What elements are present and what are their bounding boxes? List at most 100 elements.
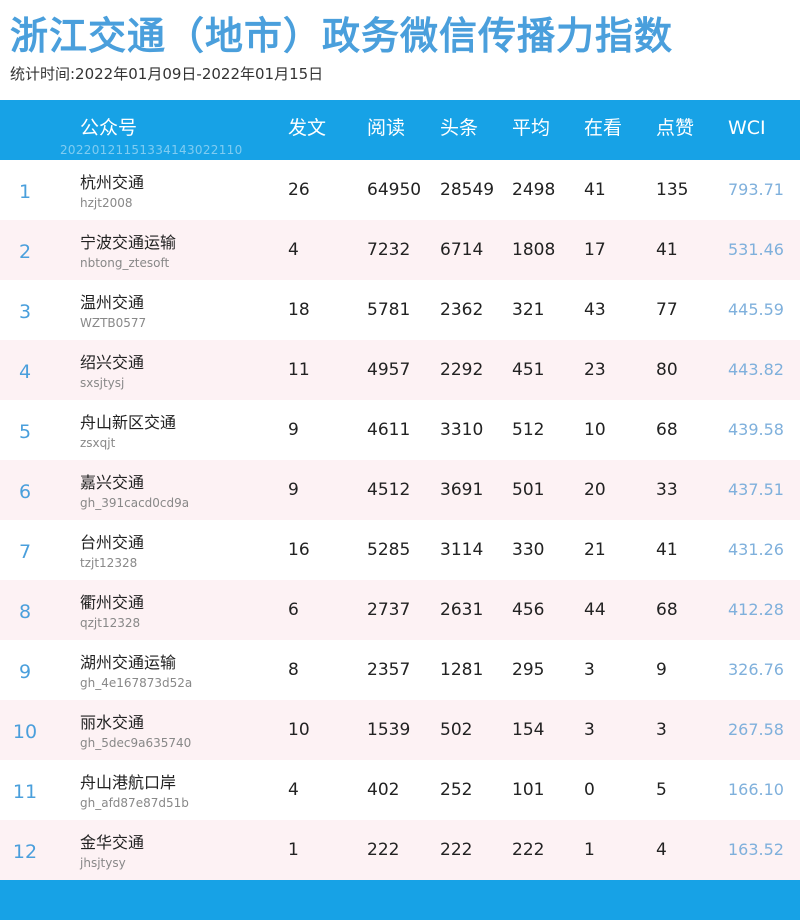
rank-number: 6: [18, 481, 32, 503]
posts-count: 10: [288, 720, 310, 740]
rank-number: 1: [18, 181, 32, 203]
likes-count: 68: [656, 420, 678, 440]
headline-reads: 6714: [440, 240, 484, 260]
headline-reads: 28549: [440, 180, 495, 200]
headline-reads: 502: [440, 720, 473, 740]
account-id: qzjt12328: [80, 616, 141, 630]
table-row[interactable]: 8 衢州交通 qzjt12328 6 2737 2631 456 44 68 412.28: [0, 580, 800, 640]
table-row[interactable]: 11 舟山港航口岸 gh_afd87e87d51b 4 402 252 101 0 5 166.1…: [0, 760, 800, 820]
rank-number: 10: [12, 721, 38, 743]
posts-count: 16: [288, 540, 310, 560]
headline-reads: 2362: [440, 300, 484, 320]
account-name: 湖州交通运输: [80, 653, 177, 672]
wci-score: 326.76: [728, 660, 784, 679]
table-row[interactable]: 6 嘉兴交通 gh_391cacd0cd9a 9 4512 3691 501 20 33 437.…: [0, 460, 800, 520]
table-row[interactable]: 1 杭州交通 hzjt2008 26 64950 28549 2498 41 135 793.71: [0, 160, 800, 220]
table-header: 公众号 20220121151334143022110 发文 阅读 头条 平均 …: [0, 100, 800, 160]
account-id: hzjt2008: [80, 196, 133, 210]
rank-number: 4: [18, 361, 32, 383]
header-top[interactable]: 头条: [440, 116, 478, 140]
likes-count: 33: [656, 480, 678, 500]
average-reads: 101: [512, 780, 545, 800]
table-row[interactable]: 9 湖州交通运输 gh_4e167873d52a 8 2357 1281 295 3 9 326.…: [0, 640, 800, 700]
table-row[interactable]: 2 宁波交通运输 nbtong_ztesoft 4 7232 6714 1808 17 41 53…: [0, 220, 800, 280]
account-name: 嘉兴交通: [80, 473, 145, 492]
account-id: WZTB0577: [80, 316, 147, 330]
header-likes[interactable]: 点赞: [656, 116, 694, 140]
header-reads[interactable]: 阅读: [367, 116, 405, 140]
headline-reads: 2292: [440, 360, 484, 380]
posts-count: 26: [288, 180, 310, 200]
account-name: 金华交通: [80, 833, 145, 852]
reads-count: 1539: [367, 720, 411, 740]
watching-count: 1: [584, 840, 595, 860]
watching-count: 17: [584, 240, 606, 260]
headline-reads: 3114: [440, 540, 484, 560]
watching-count: 3: [584, 720, 595, 740]
wci-score: 163.52: [728, 840, 784, 859]
footer-bar: [0, 880, 800, 920]
header-account[interactable]: 公众号: [80, 116, 137, 140]
likes-count: 77: [656, 300, 678, 320]
page-title: 浙江交通（地市）政务微信传播力指数: [10, 14, 674, 58]
posts-count: 18: [288, 300, 310, 320]
account-id: zsxqjt: [80, 436, 116, 450]
table-row[interactable]: 4 绍兴交通 sxsjtysj 11 4957 2292 451 23 80 443.82: [0, 340, 800, 400]
account-id: gh_5dec9a635740: [80, 736, 192, 750]
reads-count: 5781: [367, 300, 411, 320]
average-reads: 2498: [512, 180, 556, 200]
date-range: 统计时间:2022年01月09日-2022年01月15日: [10, 65, 324, 83]
wci-score: 439.58: [728, 420, 784, 439]
account-id: gh_391cacd0cd9a: [80, 496, 190, 510]
header-watching[interactable]: 在看: [584, 116, 622, 140]
header-wci[interactable]: WCI: [728, 116, 766, 140]
average-reads: 295: [512, 660, 545, 680]
watching-count: 3: [584, 660, 595, 680]
posts-count: 4: [288, 780, 299, 800]
reads-count: 7232: [367, 240, 411, 260]
account-id: jhsjtysy: [80, 856, 126, 870]
likes-count: 68: [656, 600, 678, 620]
rank-number: 7: [18, 541, 32, 563]
watching-count: 43: [584, 300, 606, 320]
likes-count: 41: [656, 240, 678, 260]
average-reads: 154: [512, 720, 545, 740]
watching-count: 0: [584, 780, 595, 800]
table-row[interactable]: 10 丽水交通 gh_5dec9a635740 10 1539 502 154 3 3 267.5…: [0, 700, 800, 760]
header-avg[interactable]: 平均: [512, 116, 550, 140]
account-name: 绍兴交通: [80, 353, 145, 372]
wci-score: 445.59: [728, 300, 784, 319]
account-name: 舟山港航口岸: [80, 773, 177, 792]
watching-count: 44: [584, 600, 606, 620]
account-name: 衢州交通: [80, 593, 145, 612]
posts-count: 1: [288, 840, 299, 860]
headline-reads: 252: [440, 780, 473, 800]
average-reads: 321: [512, 300, 545, 320]
likes-count: 9: [656, 660, 667, 680]
posts-count: 9: [288, 480, 299, 500]
table-row[interactable]: 7 台州交通 tzjt12328 16 5285 3114 330 21 41 431.26: [0, 520, 800, 580]
account-id: nbtong_ztesoft: [80, 256, 170, 270]
table-row[interactable]: 5 舟山新区交通 zsxqjt 9 4611 3310 512 10 68 439.58: [0, 400, 800, 460]
header-watermark: 20220121151334143022110: [60, 143, 243, 157]
table-row[interactable]: 3 温州交通 WZTB0577 18 5781 2362 321 43 77 445.59: [0, 280, 800, 340]
reads-count: 4611: [367, 420, 411, 440]
likes-count: 80: [656, 360, 678, 380]
watching-count: 21: [584, 540, 606, 560]
reads-count: 5285: [367, 540, 411, 560]
headline-reads: 222: [440, 840, 473, 860]
average-reads: 456: [512, 600, 545, 620]
ranking-table-body: 1 杭州交通 hzjt2008 26 64950 28549 2498 41 135 793.71…: [0, 160, 800, 880]
account-id: tzjt12328: [80, 556, 138, 570]
rank-number: 12: [12, 841, 38, 863]
rank-number: 5: [18, 421, 32, 443]
posts-count: 4: [288, 240, 299, 260]
likes-count: 5: [656, 780, 667, 800]
header-posts[interactable]: 发文: [288, 116, 326, 140]
wci-score: 166.10: [728, 780, 784, 799]
wci-score: 431.26: [728, 540, 784, 559]
table-row[interactable]: 12 金华交通 jhsjtysy 1 222 222 222 1 4 163.52: [0, 820, 800, 880]
wci-score: 531.46: [728, 240, 784, 259]
wci-score: 443.82: [728, 360, 784, 379]
headline-reads: 3691: [440, 480, 484, 500]
